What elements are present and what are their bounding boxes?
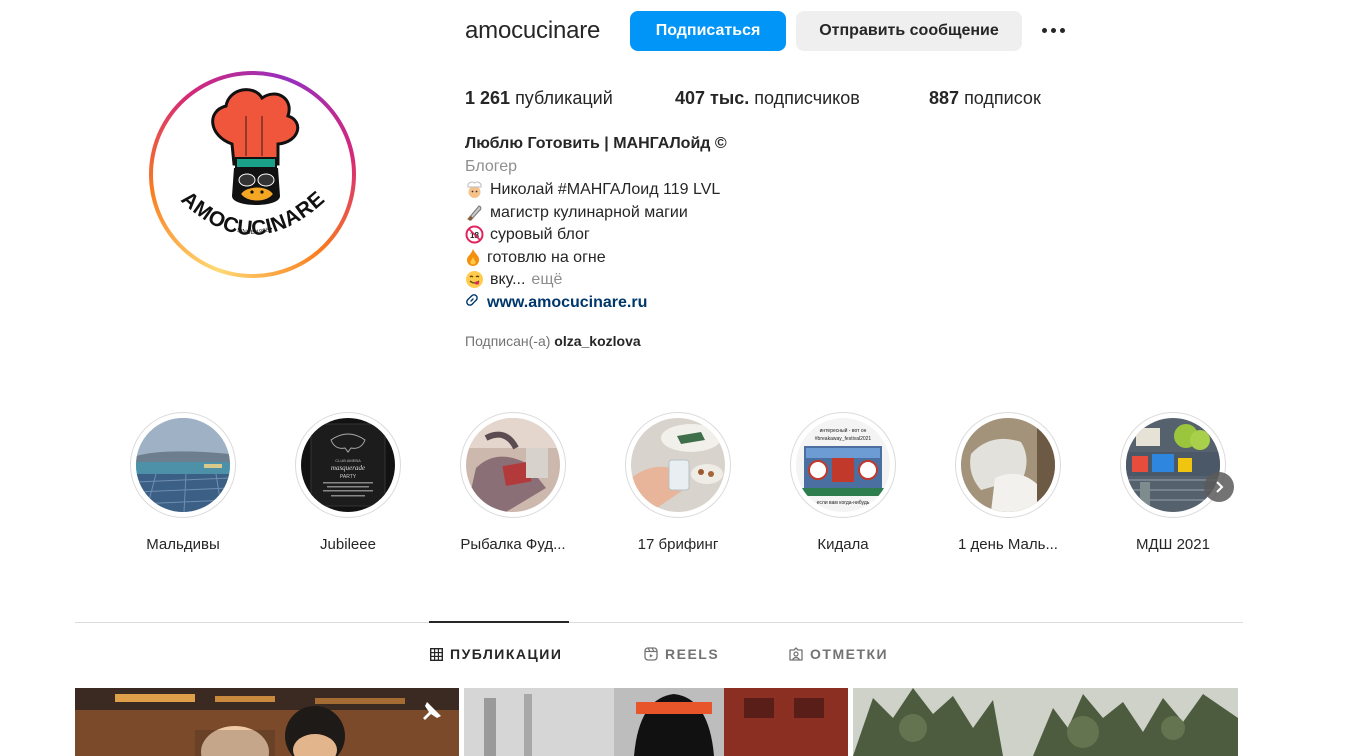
post-thumbnail[interactable] — [853, 688, 1238, 756]
tab-tagged[interactable]: ОТМЕТКИ — [789, 646, 888, 662]
highlight-cover: CLUB AMEBA masquerade PARTY — [301, 418, 395, 512]
following-stat[interactable]: 887 подписок — [929, 88, 1041, 109]
knife-emoji-icon — [465, 203, 484, 222]
svg-text:CLUB AMEBA: CLUB AMEBA — [335, 458, 361, 463]
highlight-cover — [961, 418, 1055, 512]
bio-line: Николай #МАНГАЛоид 119 LVL — [465, 180, 720, 199]
highlight-label: 1 день Маль... — [958, 536, 1058, 553]
bio-line: магистр кулинарной магии — [465, 203, 688, 222]
bio-line: готовлю на огне — [465, 248, 606, 267]
profile-full-name: Люблю Готовить | МАНГАЛойд © — [465, 135, 727, 152]
tagged-icon — [789, 647, 803, 661]
highlight-cover — [631, 418, 725, 512]
profile-avatar[interactable]: AMOCUCINARE • SINCE 1988 • — [154, 76, 351, 273]
highlight-item[interactable]: Рыбалка Фуд... — [443, 412, 583, 553]
tab-reels[interactable]: REELS — [644, 646, 719, 662]
send-message-button[interactable]: Отправить сообщение — [796, 11, 1022, 51]
highlight-item[interactable]: интересный - вот он #breakaway_festival20… — [773, 412, 913, 553]
svg-text:#breakaway_festival2021: #breakaway_festival2021 — [815, 436, 872, 442]
highlight-label: Кидала — [817, 536, 869, 553]
chef-emoji-icon — [465, 180, 484, 199]
highlight-cover: интересный - вот он #breakaway_festival20… — [796, 418, 890, 512]
tab-reels-label: REELS — [665, 646, 720, 662]
link-icon — [465, 293, 479, 312]
highlight-item[interactable]: Мальдивы — [113, 412, 253, 553]
tabs-divider — [75, 622, 1243, 623]
highlight-label: Мальдивы — [146, 536, 220, 553]
highlight-item[interactable]: 1 день Маль... — [938, 412, 1078, 553]
highlight-item[interactable]: CLUB AMEBA masquerade PARTY Jubileee — [278, 412, 418, 553]
highlight-label: 17 брифинг — [637, 536, 719, 553]
no-under-18-icon: 18 — [465, 225, 484, 244]
following-count: 887 — [929, 88, 960, 108]
highlight-cover — [136, 418, 230, 512]
website-url[interactable]: www.amocucinare.ru — [487, 294, 647, 312]
chevron-right-icon — [1216, 481, 1224, 493]
profile-avatar-ring[interactable]: AMOCUCINARE • SINCE 1988 • — [149, 71, 356, 278]
follow-button[interactable]: Подписаться — [630, 11, 786, 51]
website-link[interactable]: www.amocucinare.ru — [465, 293, 647, 312]
active-tab-indicator — [429, 621, 569, 623]
yum-emoji-icon — [465, 270, 484, 289]
followers-label: подписчиков — [754, 88, 860, 108]
svg-text:интересный - вот он: интересный - вот он — [820, 427, 867, 434]
highlight-item[interactable]: 17 брифинг — [608, 412, 748, 553]
svg-text:если вам когда-нибудь: если вам когда-нибудь — [817, 500, 870, 506]
fire-icon — [465, 248, 481, 267]
posts-count-stat: 1 261 публикаций — [465, 88, 613, 109]
bio-line: вку... ещё — [465, 270, 562, 289]
highlight-cover — [466, 418, 560, 512]
svg-text:PARTY: PARTY — [340, 474, 357, 480]
followed-by-user[interactable]: olza_kozlova — [554, 333, 640, 349]
post-thumbnail[interactable] — [75, 688, 459, 756]
grid-icon — [430, 647, 443, 661]
bio-more-link[interactable]: ещё — [531, 271, 562, 289]
svg-text:masquerade: masquerade — [331, 464, 365, 472]
tab-tagged-label: ОТМЕТКИ — [810, 646, 889, 662]
following-label: подписок — [964, 88, 1041, 108]
tab-posts-label: ПУБЛИКАЦИИ — [450, 646, 563, 662]
highlights-next-button[interactable] — [1204, 472, 1234, 502]
posts-count: 1 261 — [465, 88, 511, 108]
posts-label: публикаций — [515, 88, 613, 108]
highlight-label: МДШ 2021 — [1136, 536, 1210, 553]
followers-count: 407 тыс. — [675, 88, 750, 108]
followers-stat[interactable]: 407 тыс. подписчиков — [675, 88, 860, 109]
more-options-icon[interactable] — [1038, 20, 1068, 40]
tab-posts[interactable]: ПУБЛИКАЦИИ — [430, 646, 562, 662]
highlight-label: Jubileee — [320, 536, 376, 553]
profile-category: Блогер — [465, 158, 518, 175]
bio-line: 18 суровый блог — [465, 225, 590, 244]
amocucinare-logo: AMOCUCINARE • SINCE 1988 • — [177, 88, 329, 240]
post-thumbnail[interactable] — [464, 688, 848, 756]
highlight-label: Рыбалка Фуд... — [460, 536, 566, 553]
followed-by[interactable]: Подписан(-а) olza_kozlova — [465, 333, 641, 349]
reels-icon — [644, 647, 658, 661]
highlight-cover — [1126, 418, 1220, 512]
username: amocucinare — [465, 17, 601, 44]
